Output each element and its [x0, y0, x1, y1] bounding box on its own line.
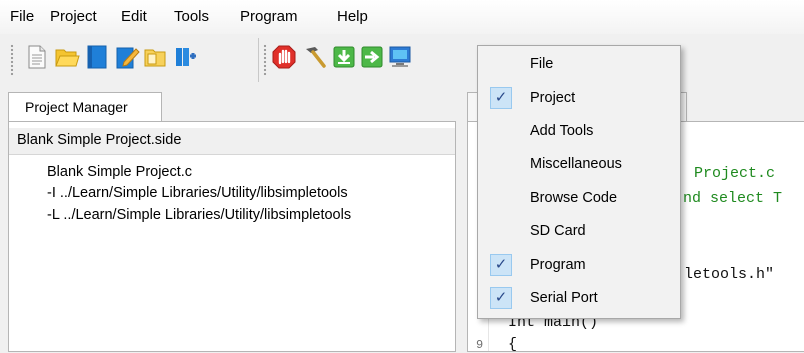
- toolbar-grip[interactable]: [263, 44, 267, 76]
- checkmark-icon: ✓: [490, 287, 512, 309]
- menu-item-serial-port[interactable]: ✓ Serial Port: [478, 282, 680, 315]
- menu-bar: File Project Edit Tools Program Help: [0, 0, 804, 34]
- checkmark-icon: ✓: [490, 254, 512, 276]
- tab-project-manager[interactable]: Project Manager: [8, 92, 162, 122]
- file-toolbar-group: [6, 38, 250, 82]
- menu-item-browse-code[interactable]: Browse Code: [478, 182, 680, 215]
- code-line: Project.c: [694, 165, 776, 182]
- menu-item-label: Serial Port: [530, 290, 598, 306]
- menu-item-sd-card[interactable]: SD Card: [478, 215, 680, 248]
- program-toolbar-group: [258, 38, 454, 82]
- build-hammer-icon[interactable]: [301, 44, 327, 70]
- menu-item-label: Miscellaneous: [530, 156, 622, 172]
- open-folder-icon[interactable]: [54, 44, 80, 70]
- menu-tools[interactable]: Tools: [174, 8, 209, 26]
- menu-help[interactable]: Help: [337, 8, 368, 26]
- project-file-item[interactable]: -I ../Learn/Simple Libraries/Utility/lib…: [47, 185, 348, 201]
- code-line: {: [508, 336, 518, 353]
- menu-item-add-tools[interactable]: Add Tools: [478, 115, 680, 148]
- toolbar-visibility-menu: File ✓ Project Add Tools Miscellaneous B…: [477, 45, 681, 319]
- stop-hand-icon[interactable]: [271, 44, 297, 70]
- project-folder-icon[interactable]: [142, 44, 168, 70]
- new-file-icon[interactable]: [24, 44, 50, 70]
- menu-item-project[interactable]: ✓ Project: [478, 82, 680, 115]
- menu-project[interactable]: Project: [50, 8, 97, 26]
- build-library-icon[interactable]: [172, 44, 198, 70]
- menu-item-label: Program: [530, 257, 586, 273]
- toolbar-grip[interactable]: [10, 44, 14, 76]
- toolbar: [0, 34, 804, 86]
- menu-item-miscellaneous[interactable]: Miscellaneous: [478, 148, 680, 181]
- save-as-icon[interactable]: [114, 44, 140, 70]
- project-file-item[interactable]: -L ../Learn/Simple Libraries/Utility/lib…: [47, 207, 351, 223]
- run-arrow-icon[interactable]: [359, 44, 385, 70]
- menu-program[interactable]: Program: [240, 8, 298, 26]
- project-file-item[interactable]: Blank Simple Project.c: [47, 164, 192, 180]
- menu-item-label: Project: [530, 90, 576, 106]
- menu-file[interactable]: File: [10, 8, 34, 26]
- terminal-icon[interactable]: [387, 44, 413, 70]
- menu-item-program[interactable]: ✓ Program: [478, 249, 680, 282]
- line-number: 9: [476, 338, 484, 352]
- checkmark-icon: ✓: [490, 87, 512, 109]
- code-line: nd select T: [683, 190, 783, 207]
- project-manager-pane: Blank Simple Project.side Blank Simple P…: [8, 121, 456, 352]
- menu-item-label: File: [530, 56, 554, 72]
- project-file-header[interactable]: Blank Simple Project.side: [9, 128, 455, 155]
- load-ram-icon[interactable]: [331, 44, 357, 70]
- menu-item-label: Browse Code: [530, 190, 618, 206]
- menu-item-file[interactable]: File: [478, 48, 680, 81]
- menu-item-label: SD Card: [530, 223, 586, 239]
- save-icon[interactable]: [84, 44, 110, 70]
- menu-edit[interactable]: Edit: [121, 8, 147, 26]
- code-line: letools.h": [684, 266, 775, 283]
- menu-item-label: Add Tools: [530, 123, 594, 139]
